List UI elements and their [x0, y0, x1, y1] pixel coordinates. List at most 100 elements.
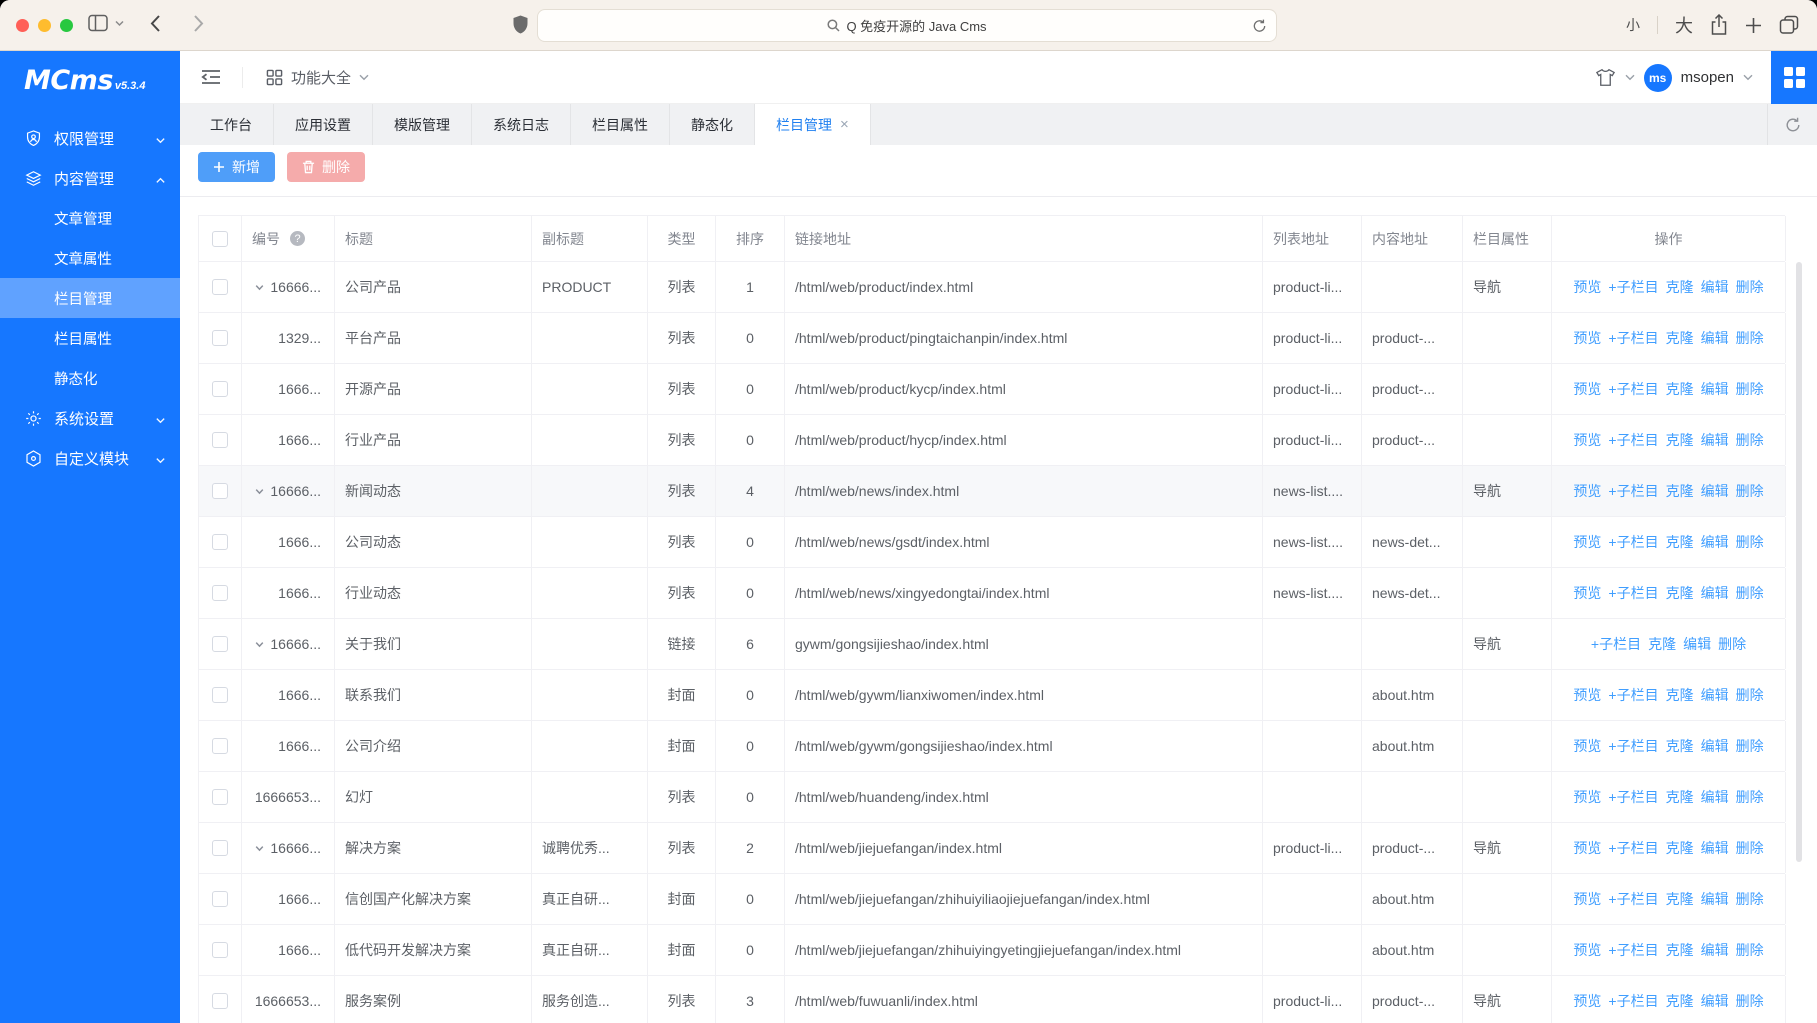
action-add-subcolumn[interactable]: +子栏目: [1608, 277, 1658, 297]
action-clone[interactable]: 克隆: [1666, 481, 1694, 501]
row-checkbox[interactable]: [212, 789, 228, 805]
tab-overview-icon[interactable]: [1779, 15, 1799, 35]
menu-fold-icon[interactable]: [200, 67, 222, 92]
sidebar-item-article-management[interactable]: 文章管理: [0, 198, 180, 238]
action-delete[interactable]: 删除: [1736, 838, 1764, 858]
action-preview[interactable]: 预览: [1573, 379, 1601, 399]
action-add-subcolumn[interactable]: +子栏目: [1608, 736, 1658, 756]
add-button[interactable]: 新增: [198, 152, 275, 182]
action-delete[interactable]: 删除: [1736, 889, 1764, 909]
action-add-subcolumn[interactable]: +子栏目: [1608, 991, 1658, 1011]
row-checkbox[interactable]: [212, 891, 228, 907]
expand-chevron-icon[interactable]: [254, 843, 265, 854]
chevron-down-icon[interactable]: [1625, 74, 1635, 81]
select-all-checkbox[interactable]: [212, 231, 228, 247]
sidebar-item-static-generation[interactable]: 静态化: [0, 358, 180, 398]
action-clone[interactable]: 克隆: [1648, 634, 1676, 654]
privacy-shield-icon[interactable]: [513, 15, 528, 35]
feature-menu-button[interactable]: 功能大全: [266, 51, 369, 104]
action-clone[interactable]: 克隆: [1666, 991, 1694, 1011]
action-delete[interactable]: 删除: [1736, 991, 1764, 1011]
action-edit[interactable]: 编辑: [1701, 379, 1729, 399]
action-edit[interactable]: 编辑: [1701, 736, 1729, 756]
action-add-subcolumn[interactable]: +子栏目: [1608, 685, 1658, 705]
row-checkbox[interactable]: [212, 585, 228, 601]
new-tab-icon[interactable]: [1745, 17, 1762, 34]
action-delete[interactable]: 删除: [1736, 328, 1764, 348]
action-edit[interactable]: 编辑: [1701, 787, 1729, 807]
tab-refresh-button[interactable]: [1767, 104, 1817, 145]
action-preview[interactable]: 预览: [1573, 838, 1601, 858]
action-delete[interactable]: 删除: [1736, 481, 1764, 501]
action-add-subcolumn[interactable]: +子栏目: [1608, 481, 1658, 501]
action-add-subcolumn[interactable]: +子栏目: [1608, 583, 1658, 603]
action-preview[interactable]: 预览: [1573, 685, 1601, 705]
row-checkbox[interactable]: [212, 993, 228, 1009]
app-logo[interactable]: MCms v5.3.4: [0, 51, 180, 104]
row-checkbox[interactable]: [212, 432, 228, 448]
action-edit[interactable]: 编辑: [1701, 940, 1729, 960]
action-edit[interactable]: 编辑: [1701, 991, 1729, 1011]
action-add-subcolumn[interactable]: +子栏目: [1608, 379, 1658, 399]
zoom-window-button[interactable]: [60, 19, 73, 32]
apps-grid-button[interactable]: [1771, 51, 1817, 104]
action-delete[interactable]: 删除: [1736, 787, 1764, 807]
reload-icon[interactable]: [1252, 18, 1267, 37]
action-preview[interactable]: 预览: [1573, 991, 1601, 1011]
help-icon[interactable]: ?: [290, 231, 305, 246]
sidebar-item-column-attributes[interactable]: 栏目属性: [0, 318, 180, 358]
sidebar-item-permission-management[interactable]: 权限管理: [0, 118, 180, 158]
action-edit[interactable]: 编辑: [1701, 481, 1729, 501]
action-clone[interactable]: 克隆: [1666, 532, 1694, 552]
minimize-window-button[interactable]: [38, 19, 51, 32]
sidebar-item-system-settings[interactable]: 系统设置: [0, 398, 180, 438]
action-preview[interactable]: 预览: [1573, 481, 1601, 501]
sidebar-toggle-icon[interactable]: [88, 14, 108, 32]
action-clone[interactable]: 克隆: [1666, 583, 1694, 603]
expand-chevron-icon[interactable]: [254, 486, 265, 497]
action-clone[interactable]: 克隆: [1666, 430, 1694, 450]
action-edit[interactable]: 编辑: [1701, 430, 1729, 450]
action-delete[interactable]: 删除: [1736, 583, 1764, 603]
action-edit[interactable]: 编辑: [1701, 583, 1729, 603]
tab-static-generation[interactable]: 静态化: [670, 104, 755, 145]
action-add-subcolumn[interactable]: +子栏目: [1608, 838, 1658, 858]
action-clone[interactable]: 克隆: [1666, 379, 1694, 399]
row-checkbox[interactable]: [212, 738, 228, 754]
action-preview[interactable]: 预览: [1573, 889, 1601, 909]
text-smaller-button[interactable]: 小: [1626, 15, 1640, 35]
action-preview[interactable]: 预览: [1573, 787, 1601, 807]
tab-system-logs[interactable]: 系统日志: [472, 104, 571, 145]
tab-template-management[interactable]: 模版管理: [373, 104, 472, 145]
username[interactable]: msopen: [1681, 69, 1734, 86]
action-add-subcolumn[interactable]: +子栏目: [1608, 940, 1658, 960]
row-checkbox[interactable]: [212, 381, 228, 397]
action-preview[interactable]: 预览: [1573, 532, 1601, 552]
action-edit[interactable]: 编辑: [1683, 634, 1711, 654]
action-preview[interactable]: 预览: [1573, 328, 1601, 348]
action-edit[interactable]: 编辑: [1701, 685, 1729, 705]
action-preview[interactable]: 预览: [1573, 430, 1601, 450]
sidebar-item-column-management[interactable]: 栏目管理: [0, 278, 180, 318]
theme-shirt-icon[interactable]: [1595, 68, 1616, 87]
row-checkbox[interactable]: [212, 636, 228, 652]
row-checkbox[interactable]: [212, 840, 228, 856]
row-checkbox[interactable]: [212, 330, 228, 346]
action-preview[interactable]: 预览: [1573, 583, 1601, 603]
back-icon[interactable]: [150, 14, 161, 33]
action-edit[interactable]: 编辑: [1701, 532, 1729, 552]
action-clone[interactable]: 克隆: [1666, 277, 1694, 297]
tab-column-management[interactable]: 栏目管理×: [755, 104, 871, 145]
close-window-button[interactable]: [16, 19, 29, 32]
action-delete[interactable]: 删除: [1736, 430, 1764, 450]
close-icon[interactable]: ×: [840, 117, 849, 132]
delete-button[interactable]: 删除: [287, 152, 365, 182]
expand-chevron-icon[interactable]: [254, 639, 265, 650]
action-delete[interactable]: 删除: [1718, 634, 1746, 654]
chevron-down-icon[interactable]: [1743, 74, 1753, 81]
text-larger-button[interactable]: 大: [1675, 12, 1693, 38]
sidebar-item-custom-modules[interactable]: 自定义模块: [0, 438, 180, 478]
action-clone[interactable]: 克隆: [1666, 889, 1694, 909]
row-checkbox[interactable]: [212, 942, 228, 958]
action-add-subcolumn[interactable]: +子栏目: [1591, 634, 1641, 654]
